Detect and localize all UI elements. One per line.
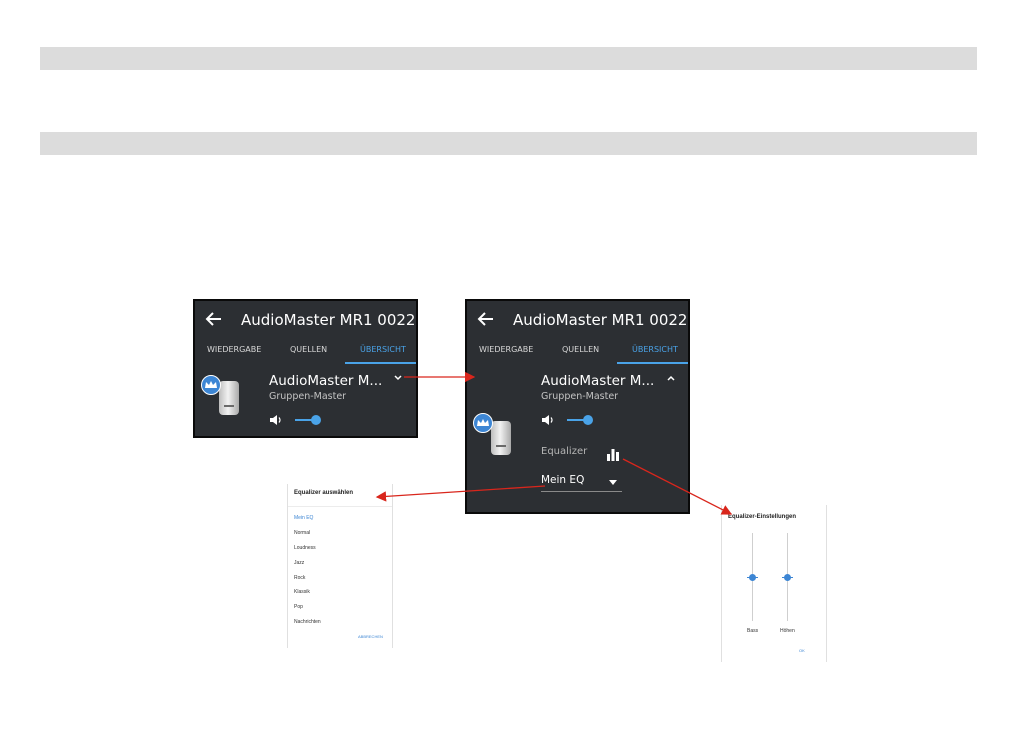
callout-arrows — [375, 371, 733, 515]
arrow-to-eq-settings-dialog — [622, 458, 733, 515]
arrow-to-eq-select-dialog — [375, 485, 546, 502]
